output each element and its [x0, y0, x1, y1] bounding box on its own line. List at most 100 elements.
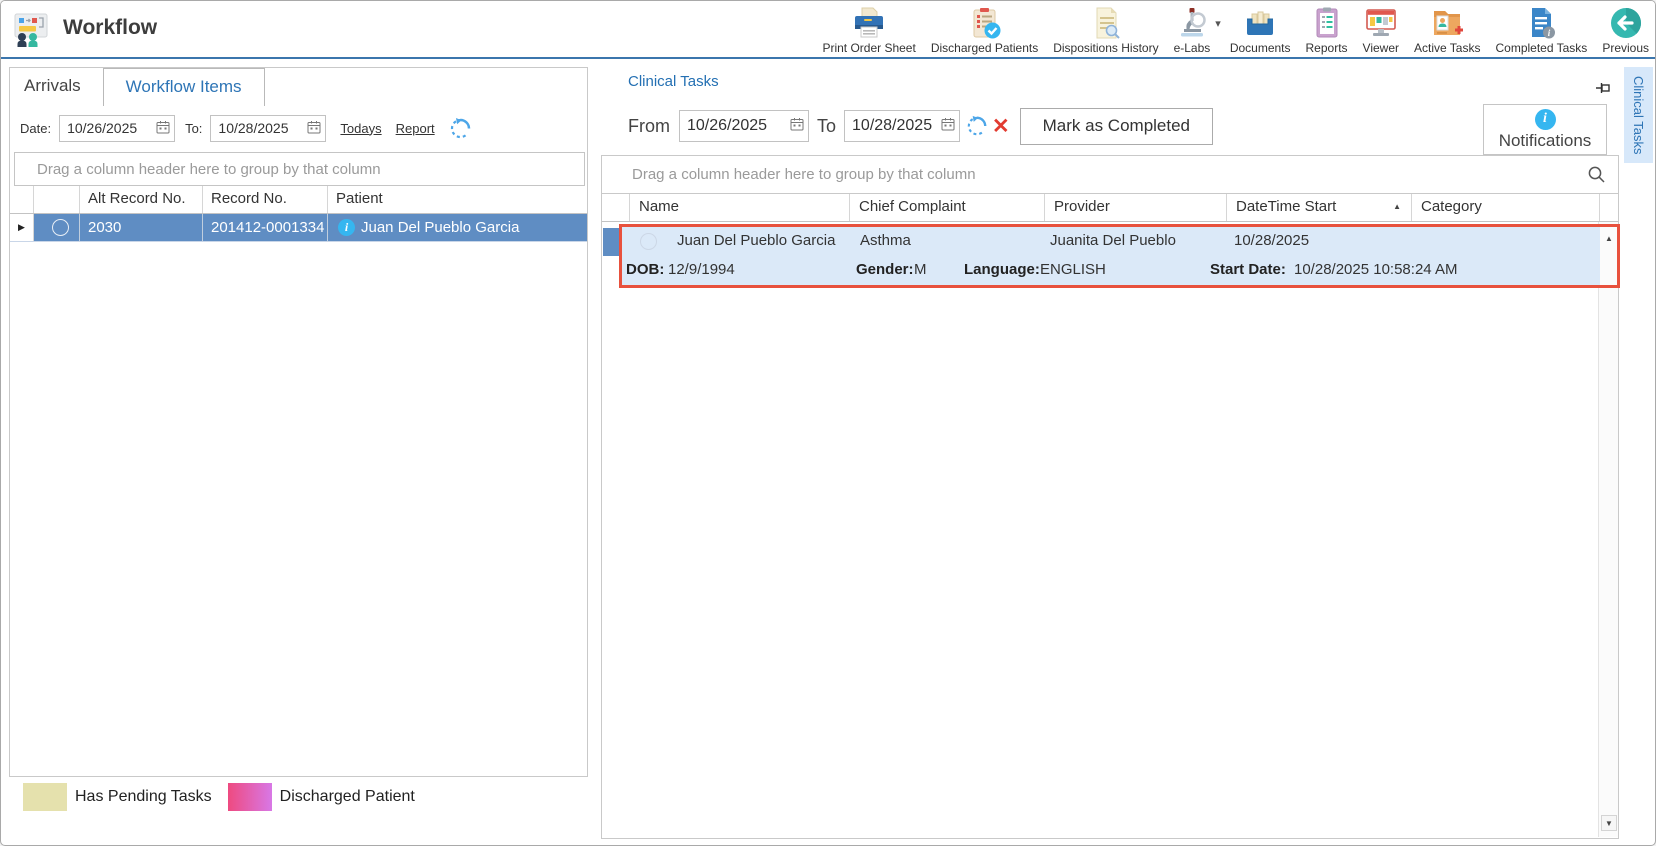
clinical-tasks-side-tab[interactable]: Clinical Tasks: [1624, 67, 1653, 163]
search-icon[interactable]: [1587, 165, 1606, 184]
column-header-patient[interactable]: Patient: [328, 186, 587, 213]
refresh-icon[interactable]: [447, 115, 474, 142]
dispositions-history-button[interactable]: Dispositions History: [1053, 3, 1159, 55]
column-header-category[interactable]: Category: [1412, 194, 1600, 221]
table-row[interactable]: ▶ 2030 201412-0001334 i Juan Del Pueblo …: [10, 214, 587, 242]
calendar-icon[interactable]: [307, 120, 321, 137]
scrollbar-column-header: [1600, 194, 1618, 221]
main-toolbar: Print Order Sheet Discharged Patients Di…: [822, 3, 1649, 57]
gender-label: Gender:: [856, 261, 914, 278]
legend-label-discharged: Discharged Patient: [279, 788, 415, 805]
clear-filter-icon[interactable]: ✕: [992, 116, 1010, 137]
tab-workflow-items[interactable]: Workflow Items: [102, 68, 265, 106]
radio-button[interactable]: [52, 219, 69, 236]
viewer-button[interactable]: Viewer: [1363, 3, 1399, 55]
language-value: ENGLISH: [1040, 261, 1106, 278]
vertical-scrollbar[interactable]: ▲ ▼: [1598, 222, 1618, 837]
left-date-filter: Date: 10/26/2025 To: 10/28/2025 Todays R…: [20, 112, 474, 144]
document-search-icon: [1089, 6, 1123, 40]
todays-link[interactable]: Todays: [340, 121, 381, 136]
dob-label: DOB:: [626, 261, 665, 278]
selected-row-indicator: [603, 228, 619, 256]
monitor-icon: [1364, 6, 1398, 40]
column-header-datetime-start[interactable]: DateTime Start ▲: [1227, 194, 1412, 221]
legend-label-pending: Has Pending Tasks: [75, 788, 212, 805]
date-to-field[interactable]: 10/28/2025: [210, 114, 327, 142]
title-bar: Workflow Print Order Sheet Discharged Pa…: [1, 1, 1655, 59]
documents-button[interactable]: Documents: [1230, 3, 1291, 55]
column-header-provider[interactable]: Provider: [1045, 194, 1227, 221]
language-label: Language:: [964, 261, 1040, 278]
discharged-patient-swatch: [227, 783, 272, 811]
toolbar-item-label: e-Labs: [1173, 41, 1211, 55]
toolbar-item-label: Viewer: [1362, 41, 1400, 55]
report-clipboard-icon: [1310, 6, 1344, 40]
reports-button[interactable]: Reports: [1306, 3, 1348, 55]
left-group-panel[interactable]: Drag a column header here to group by th…: [14, 152, 585, 186]
tasks-refresh-icon[interactable]: [964, 113, 990, 139]
back-arrow-icon: [1609, 6, 1643, 40]
clinical-tasks-grid: Drag a column header here to group by th…: [601, 155, 1620, 839]
toolbar-item-label: Previous: [1602, 41, 1649, 55]
arrivals-panel: Arrivals Workflow Items Date: 10/26/2025…: [9, 67, 588, 777]
tasks-to-field[interactable]: 10/28/2025: [844, 110, 961, 142]
clinical-tasks-title[interactable]: Clinical Tasks: [628, 73, 719, 90]
workflow-app-icon: [13, 12, 49, 48]
e-labs-dropdown-caret-icon[interactable]: ▾: [1215, 17, 1221, 30]
report-link[interactable]: Report: [396, 121, 435, 136]
pin-icon[interactable]: [1594, 79, 1612, 97]
date-to-value: 10/28/2025: [218, 120, 289, 136]
radio-button[interactable]: [640, 233, 657, 250]
toolbar-item-label: Reports: [1305, 41, 1348, 55]
row-select-cell[interactable]: [34, 214, 80, 241]
scroll-down-icon[interactable]: ▼: [1601, 815, 1617, 831]
legend: Has Pending Tasks Discharged Patient: [23, 783, 415, 811]
tasks-from-value: 10/26/2025: [687, 117, 768, 134]
task-row-content: Juan Del Pueblo Garcia Asthma Juanita De…: [622, 227, 1600, 285]
notifications-info-icon: i: [1534, 108, 1556, 130]
patient-info-icon[interactable]: i: [338, 219, 355, 236]
column-header-alt-record-no[interactable]: Alt Record No.: [80, 186, 203, 213]
right-group-panel[interactable]: Drag a column header here to group by th…: [602, 156, 1618, 194]
column-header-record-no[interactable]: Record No.: [203, 186, 328, 213]
active-tasks-button[interactable]: Active Tasks: [1414, 3, 1480, 55]
right-grid-body: ▲ ▼ Juan Del Pueblo Garcia Asthma Juanit…: [602, 222, 1620, 838]
toolbar-item-label: Dispositions History: [1053, 41, 1159, 55]
datetime-start-label: DateTime Start: [1236, 198, 1337, 215]
document-info-icon: i: [1524, 6, 1558, 40]
has-pending-tasks-swatch: [23, 783, 67, 811]
toolbar-item-label: Active Tasks: [1414, 41, 1481, 55]
group-hint-text: Drag a column header here to group by th…: [37, 160, 381, 178]
group-hint-text: Drag a column header here to group by th…: [632, 166, 976, 183]
print-order-sheet-button[interactable]: Print Order Sheet: [822, 3, 916, 55]
column-header-name[interactable]: Name: [630, 194, 850, 221]
dob-value: 12/9/1994: [668, 261, 735, 278]
date-from-field[interactable]: 10/26/2025: [59, 114, 176, 142]
tab-arrivals[interactable]: Arrivals: [10, 68, 95, 106]
completed-tasks-button[interactable]: i Completed Tasks: [1495, 3, 1587, 55]
tasks-from-field[interactable]: 10/26/2025: [679, 110, 809, 142]
patient-folder-icon: [1430, 6, 1464, 40]
calendar-icon[interactable]: [156, 120, 170, 137]
column-header-chief-complaint[interactable]: Chief Complaint: [850, 194, 1045, 221]
from-label: From: [628, 115, 670, 136]
e-labs-button[interactable]: e-Labs: [1173, 3, 1211, 55]
calendar-icon[interactable]: [790, 117, 804, 136]
to-label: To:: [185, 120, 203, 136]
mark-as-completed-button[interactable]: Mark as Completed: [1019, 107, 1214, 145]
row-indicator-column-header: [10, 186, 34, 213]
cell-chief-complaint: Asthma: [860, 232, 911, 249]
date-label: Date:: [20, 120, 52, 136]
calendar-icon[interactable]: [941, 117, 955, 136]
previous-button[interactable]: Previous: [1602, 3, 1649, 55]
right-grid-header: Name Chief Complaint Provider DateTime S…: [602, 194, 1618, 222]
dock-tab-strip: Clinical Tasks: [1621, 61, 1655, 841]
notifications-button[interactable]: i Notifications: [1483, 104, 1607, 155]
task-main-line: Juan Del Pueblo Garcia Asthma Juanita De…: [622, 227, 1600, 256]
tasks-to-value: 10/28/2025: [852, 117, 933, 134]
row-indicator-column-header: [602, 194, 630, 221]
toolbar-item-label: Print Order Sheet: [822, 41, 916, 55]
cell-record-no: 201412-0001334: [203, 214, 328, 241]
highlighted-task-row[interactable]: Juan Del Pueblo Garcia Asthma Juanita De…: [619, 224, 1620, 288]
discharged-patients-button[interactable]: Discharged Patients: [931, 3, 1038, 55]
